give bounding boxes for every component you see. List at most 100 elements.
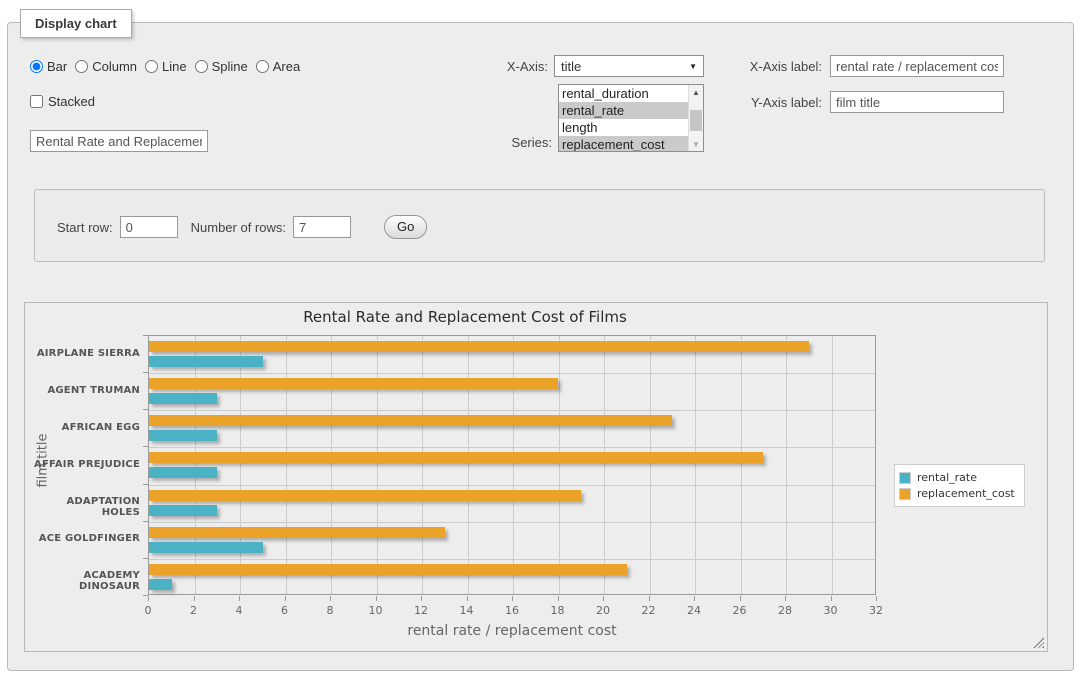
stacked-checkbox[interactable] [30, 95, 43, 108]
chart-type-text: Line [162, 59, 187, 74]
x-tick-mark [603, 596, 604, 601]
x-tick-label: 14 [447, 604, 487, 617]
x-tick-mark [239, 596, 240, 601]
axis-series-column: X-Axis: title ▼ Series: rental_durationr… [460, 55, 704, 159]
x-tick-label: 8 [310, 604, 350, 617]
stacked-label: Stacked [48, 94, 95, 109]
legend-swatch-icon [899, 472, 911, 484]
bar-rental_rate [149, 430, 217, 441]
x-axis-select-label: X-Axis: [507, 55, 554, 77]
chart-type-radio-spline[interactable] [195, 60, 208, 73]
series-row: Series: rental_durationrental_ratelength… [460, 84, 704, 152]
x-tick-mark [421, 596, 422, 601]
y-axis-category-label: AFFAIR PREJUDICE [25, 459, 140, 470]
y-tick-mark [143, 558, 148, 559]
legend-item-replacement_cost: replacement_cost [899, 487, 1015, 500]
chart-type-option-spline[interactable]: Spline [195, 59, 248, 74]
axis-labels-column: X-Axis label: Y-Axis label: [748, 55, 1004, 127]
x-axis-title: rental rate / replacement cost [148, 623, 876, 639]
gridline [149, 447, 875, 448]
series-scrollbar[interactable]: ▲ ▼ [688, 85, 703, 151]
gridline [240, 336, 241, 594]
chart-type-option-bar[interactable]: Bar [30, 59, 67, 74]
chart-type-text: Column [92, 59, 137, 74]
series-listbox[interactable]: rental_durationrental_ratelengthreplacem… [558, 84, 704, 152]
x-tick-mark [512, 596, 513, 601]
x-axis-selected-value: title [561, 59, 581, 74]
y-axis-label-row: Y-Axis label: [748, 91, 1004, 113]
go-button[interactable]: Go [384, 215, 427, 239]
x-tick-mark [558, 596, 559, 601]
gridline [149, 373, 875, 374]
bar-rental_rate [149, 467, 217, 478]
x-axis-label-caption: X-Axis label: [748, 55, 830, 77]
x-tick-label: 30 [811, 604, 851, 617]
scroll-down-icon[interactable]: ▼ [689, 137, 703, 151]
series-option-length[interactable]: length [559, 119, 688, 136]
chart-type-option-area[interactable]: Area [256, 59, 300, 74]
chart-type-radio-area[interactable] [256, 60, 269, 73]
start-row-input[interactable] [120, 216, 178, 238]
x-tick-label: 4 [219, 604, 259, 617]
chart-container: Rental Rate and Replacement Cost of Film… [24, 302, 1048, 652]
x-tick-label: 24 [674, 604, 714, 617]
stacked-row: Stacked [30, 94, 460, 109]
chart-type-text: Area [273, 59, 300, 74]
y-axis-label-input[interactable] [830, 91, 1004, 113]
x-tick-mark [148, 596, 149, 601]
chart-controls: Bar Column Line Spline Area Stacked X-Axis: … [22, 55, 1059, 159]
chart-type-radio-bar[interactable] [30, 60, 43, 73]
y-axis-category-label: ACADEMY DINOSAUR [25, 570, 140, 592]
chart-type-text: Spline [212, 59, 248, 74]
bar-rental_rate [149, 356, 263, 367]
x-tick-label: 16 [492, 604, 532, 617]
x-tick-mark [467, 596, 468, 601]
x-tick-label: 2 [174, 604, 214, 617]
gridline [149, 410, 875, 411]
scroll-up-icon[interactable]: ▲ [689, 85, 703, 99]
plot-area [148, 335, 876, 595]
x-tick-mark [785, 596, 786, 601]
scrollbar-thumb[interactable] [690, 110, 702, 131]
chart-type-radios: Bar Column Line Spline Area [30, 59, 460, 74]
y-tick-mark [143, 521, 148, 522]
x-tick-label: 32 [856, 604, 896, 617]
x-tick-mark [876, 596, 877, 601]
y-tick-mark [143, 335, 148, 336]
x-tick-label: 22 [629, 604, 669, 617]
gridline [286, 336, 287, 594]
x-tick-mark [330, 596, 331, 601]
chart-type-column: Bar Column Line Spline Area Stacked [22, 55, 460, 152]
chart-type-option-line[interactable]: Line [145, 59, 187, 74]
num-rows-label: Number of rows: [191, 220, 286, 235]
stacked-option[interactable]: Stacked [30, 94, 95, 109]
bar-replacement_cost [149, 527, 445, 538]
gridline [149, 522, 875, 523]
display-chart-fieldset: Display chart BarColumnLineSplineArea St… [7, 22, 1074, 671]
gridline [149, 559, 875, 560]
resize-handle-icon[interactable] [1033, 637, 1044, 648]
chart-type-radio-line[interactable] [145, 60, 158, 73]
chart-title: Rental Rate and Replacement Cost of Film… [25, 308, 905, 326]
series-listbox-options: rental_durationrental_ratelengthreplacem… [559, 85, 688, 151]
y-axis-category-label: AGENT TRUMAN [25, 385, 140, 396]
gridline [149, 485, 875, 486]
x-tick-mark [285, 596, 286, 601]
series-option-rental_rate[interactable]: rental_rate [559, 102, 688, 119]
chart-type-text: Bar [47, 59, 67, 74]
x-axis-label-input[interactable] [830, 55, 1004, 77]
y-tick-mark [143, 484, 148, 485]
x-axis-select[interactable]: title ▼ [554, 55, 704, 77]
gridline [195, 336, 196, 594]
series-option-rental_duration[interactable]: rental_duration [559, 85, 688, 102]
scrollbar-track[interactable] [689, 99, 703, 137]
chart-type-option-column[interactable]: Column [75, 59, 137, 74]
y-tick-mark [143, 409, 148, 410]
gridline [422, 336, 423, 594]
bar-replacement_cost [149, 490, 581, 501]
chart-title-input[interactable] [30, 130, 208, 152]
series-option-replacement_cost[interactable]: replacement_cost [559, 136, 688, 151]
chart-type-radio-column[interactable] [75, 60, 88, 73]
num-rows-input[interactable] [293, 216, 351, 238]
bar-replacement_cost [149, 564, 627, 575]
